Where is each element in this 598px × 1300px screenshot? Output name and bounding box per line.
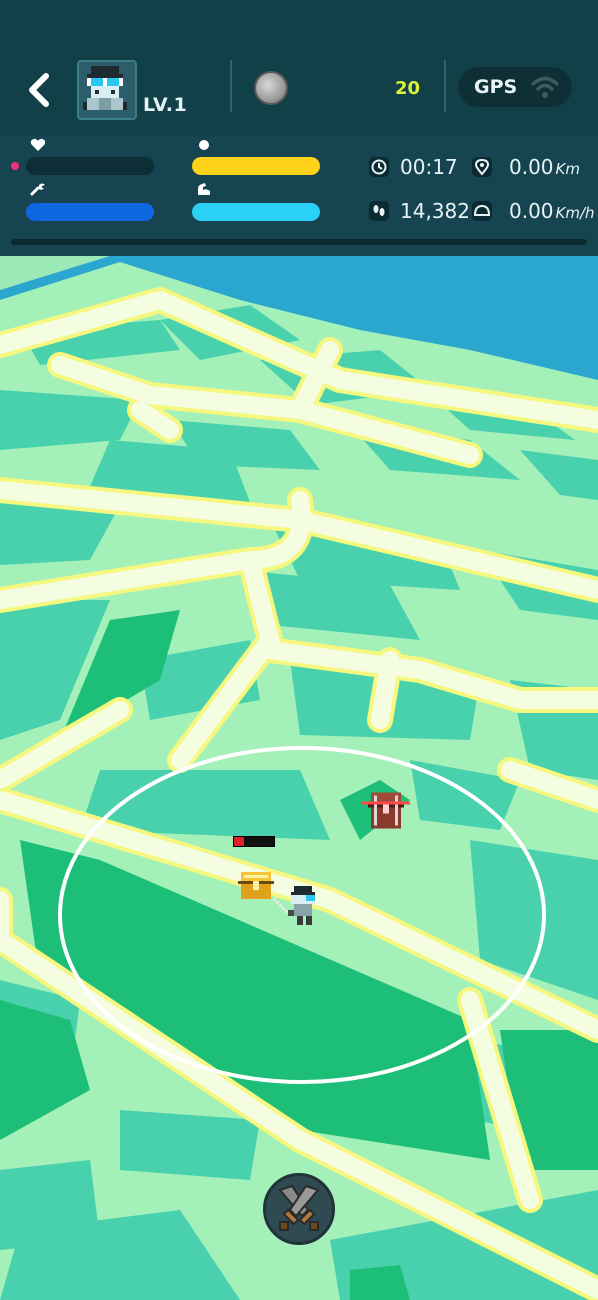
divider [444, 60, 446, 112]
speedometer-icon [472, 201, 492, 221]
avatar[interactable] [77, 60, 137, 120]
player-hp-fill [234, 837, 244, 846]
durability-bar-fill [26, 203, 154, 221]
stamina-bar-fill [192, 157, 320, 175]
wifi-signal-icon [531, 76, 559, 98]
player-level: LV.1 [143, 94, 188, 116]
stamina-bar [192, 157, 320, 175]
world-map[interactable] [0, 256, 598, 1300]
distance: 0.00 Km [509, 155, 580, 179]
knight-character-icon[interactable] [270, 883, 318, 931]
top-hud: LV.1 20 GPS 00:17 0.00 Km 14,382 0.00 Km… [0, 0, 598, 256]
location-pin-icon [472, 157, 492, 177]
player-hp-bar [233, 836, 275, 847]
attack-button[interactable] [263, 1173, 335, 1245]
crossed-swords-icon [278, 1184, 320, 1231]
footsteps-icon [369, 201, 389, 221]
coin-count: 20 [395, 78, 421, 99]
knight-portrait-icon [79, 62, 131, 114]
strength-bar-fill [192, 203, 320, 221]
step-count: 14,382 [400, 199, 470, 223]
gps-label: GPS [474, 76, 518, 98]
coin-icon [254, 71, 288, 105]
wrench-icon [30, 183, 45, 196]
health-bar [26, 157, 154, 175]
gps-toggle[interactable]: GPS [458, 67, 572, 107]
durability-bar [26, 203, 154, 221]
back-icon[interactable] [22, 70, 56, 110]
divider [230, 60, 232, 112]
clock-icon [369, 157, 389, 177]
health-indicator [11, 162, 19, 170]
distance-unit: Km [555, 160, 580, 178]
speed: 0.00 Km/h [509, 199, 595, 223]
speed-unit: Km/h [555, 204, 595, 222]
distance-value: 0.00 [509, 155, 554, 179]
dot-icon [199, 140, 209, 150]
heart-icon [30, 138, 46, 151]
strength-bar [192, 203, 320, 221]
speed-value: 0.00 [509, 199, 554, 223]
elapsed-time: 00:17 [400, 155, 458, 179]
arm-icon [198, 183, 210, 195]
gold-chest-icon[interactable] [238, 866, 274, 902]
locked-chest-icon[interactable] [362, 786, 410, 832]
exp-progress-bar [11, 239, 587, 245]
